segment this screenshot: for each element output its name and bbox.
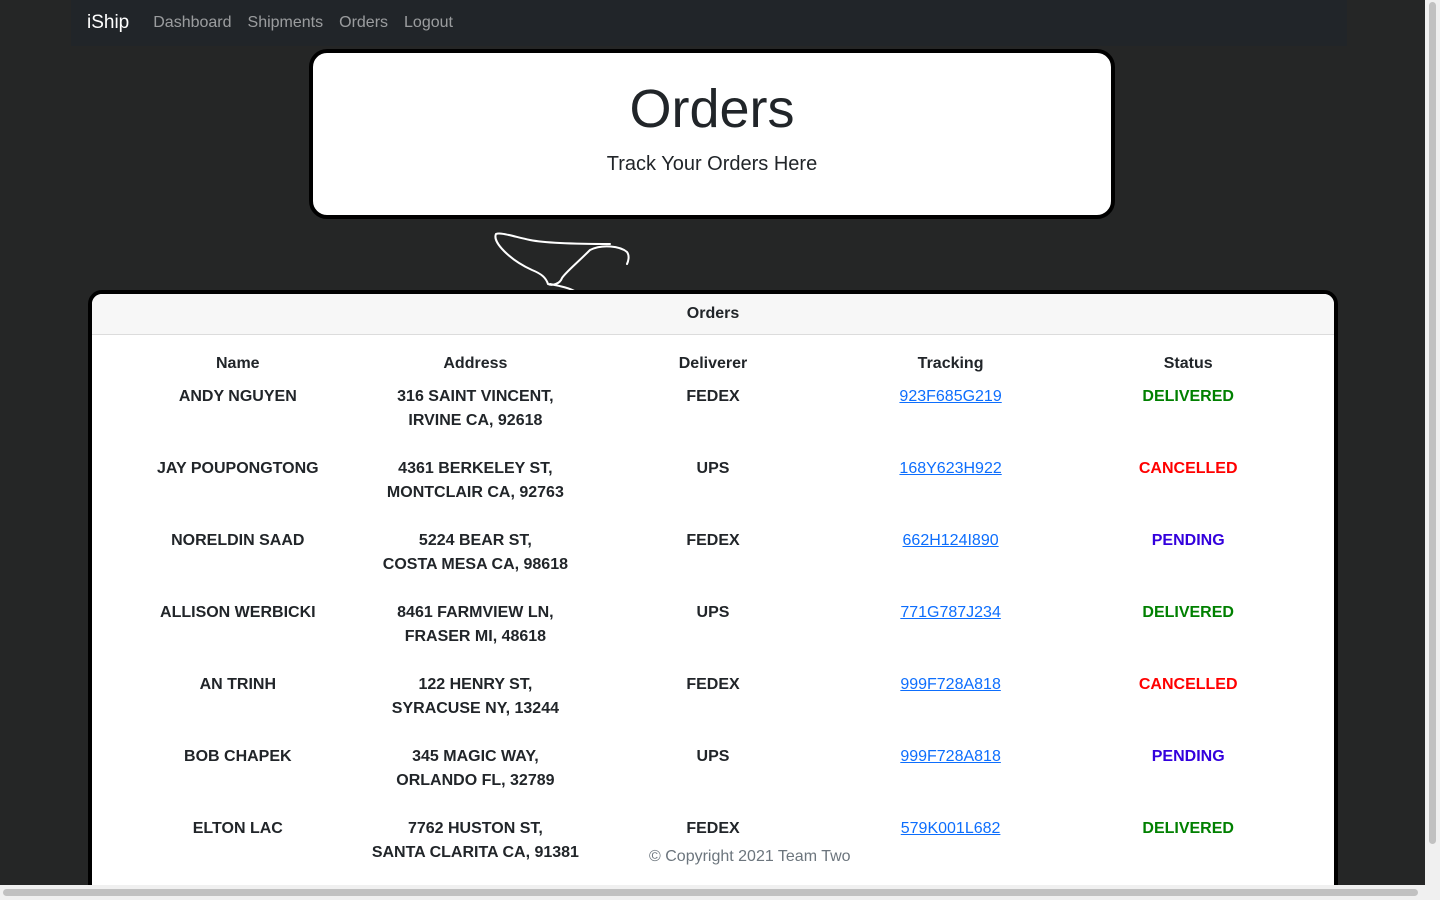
- footer-copyright: © Copyright 2021 Team Two: [649, 848, 851, 865]
- cell-status: DELIVERED: [1069, 817, 1307, 889]
- column-header-name: Name: [216, 355, 260, 372]
- address-line1: 8461 FARMVIEW LN,: [397, 604, 554, 621]
- table-row: BOB CHAPEK 345 MAGIC WAY, ORLANDO FL, 327…: [119, 745, 1307, 817]
- address-line1: 7762 HUSTON ST,: [407, 820, 543, 837]
- horizontal-scrollbar-thumb[interactable]: [3, 889, 1418, 896]
- table-row: JAY POUPONGTONG 4361 BERKELEY ST, MONTCLA…: [119, 457, 1307, 529]
- status-badge: DELIVERED: [1142, 820, 1234, 837]
- cell-tracking: 999F728A818: [832, 673, 1070, 745]
- status-badge: CANCELLED: [1138, 460, 1238, 477]
- column-header-address: Address: [443, 355, 508, 372]
- address-line1: 316 SAINT VINCENT,: [397, 388, 554, 405]
- status-badge: DELIVERED: [1142, 604, 1234, 621]
- brand-logo[interactable]: iShip: [87, 12, 129, 34]
- table-row: NORELDIN SAAD 5224 BEAR ST, COSTA MESA CA…: [119, 529, 1307, 601]
- table-row: ALLISON WERBICKI 8461 FARMVIEW LN, FRASER…: [119, 601, 1307, 673]
- top-navbar: iShip Dashboard Shipments Orders Logout: [71, 0, 1347, 46]
- cell-deliverer: FEDEX: [686, 388, 740, 405]
- cell-address: 8461 FARMVIEW LN, FRASER MI, 48618: [357, 601, 595, 673]
- cell-name: ALLISON WERBICKI: [160, 604, 316, 621]
- cell-deliverer: UPS: [696, 604, 730, 621]
- tracking-link[interactable]: 999F728A818: [900, 676, 1001, 693]
- page: iShip Dashboard Shipments Orders Logout …: [0, 0, 1440, 900]
- page-header-card: Orders Track Your Orders Here: [309, 49, 1115, 219]
- cell-name: NORELDIN SAAD: [171, 532, 305, 549]
- address-line2: IRVINE CA, 92618: [408, 412, 543, 429]
- address-line2: SANTA CLARITA CA, 91381: [371, 844, 579, 861]
- address-line2: MONTCLAIR CA, 92763: [386, 484, 564, 501]
- cell-address: 7762 HUSTON ST, SANTA CLARITA CA, 91381: [357, 817, 595, 889]
- tracking-link[interactable]: 662H124I890: [903, 532, 999, 549]
- column-header-tracking: Tracking: [917, 355, 984, 372]
- cell-status: DELIVERED: [1069, 601, 1307, 673]
- cell-status: CANCELLED: [1069, 673, 1307, 745]
- address-line1: 4361 BERKELEY ST,: [398, 460, 553, 477]
- cell-tracking: 579K001L682: [832, 817, 1070, 889]
- page-title: Orders: [629, 79, 795, 139]
- cell-tracking: 168Y623H922: [832, 457, 1070, 529]
- cell-deliverer: FEDEX: [686, 532, 740, 549]
- orders-table: Name Address Deliverer Tracking Status A…: [119, 343, 1307, 889]
- cell-address: 5224 BEAR ST, COSTA MESA CA, 98618: [357, 529, 595, 601]
- cell-status: PENDING: [1069, 529, 1307, 601]
- tracking-link[interactable]: 923F685G219: [899, 388, 1001, 405]
- cell-status: DELIVERED: [1069, 385, 1307, 457]
- cell-tracking: 662H124I890: [832, 529, 1070, 601]
- cell-name: AN TRINH: [199, 676, 277, 693]
- orders-card-title: Orders: [92, 294, 1334, 335]
- cell-deliverer: UPS: [696, 460, 730, 477]
- tracking-link[interactable]: 999F728A818: [900, 748, 1001, 765]
- status-badge: PENDING: [1151, 748, 1225, 765]
- page-subtitle: Track Your Orders Here: [606, 153, 818, 175]
- cell-address: 4361 BERKELEY ST, MONTCLAIR CA, 92763: [357, 457, 595, 529]
- nav-link-dashboard[interactable]: Dashboard: [145, 14, 239, 32]
- nav-link-logout[interactable]: Logout: [396, 14, 461, 32]
- tracking-link[interactable]: 168Y623H922: [899, 460, 1001, 477]
- cell-address: 345 MAGIC WAY, ORLANDO FL, 32789: [357, 745, 595, 817]
- status-badge: PENDING: [1151, 532, 1225, 549]
- orders-card: Orders Name Address Deliverer Tracking S…: [88, 290, 1338, 900]
- cell-tracking: 999F728A818: [832, 745, 1070, 817]
- address-line1: 122 HENRY ST,: [418, 676, 533, 693]
- cell-name: BOB CHAPEK: [184, 748, 292, 765]
- status-badge: CANCELLED: [1138, 676, 1238, 693]
- table-row: AN TRINH 122 HENRY ST, SYRACUSE NY, 13244…: [119, 673, 1307, 745]
- vertical-scrollbar[interactable]: [1425, 0, 1440, 900]
- cell-deliverer: FEDEX: [686, 676, 740, 693]
- nav-link-shipments[interactable]: Shipments: [240, 14, 332, 32]
- cell-name: JAY POUPONGTONG: [157, 460, 319, 477]
- tracking-link[interactable]: 579K001L682: [901, 820, 1001, 837]
- address-line2: COSTA MESA CA, 98618: [382, 556, 568, 573]
- cell-name: ELTON LAC: [192, 820, 283, 837]
- vertical-scrollbar-thumb[interactable]: [1429, 2, 1436, 844]
- address-line1: 5224 BEAR ST,: [418, 532, 532, 549]
- cell-name: ANDY NGUYEN: [178, 388, 297, 405]
- cell-tracking: 771G787J234: [832, 601, 1070, 673]
- tracking-link[interactable]: 771G787J234: [900, 604, 1001, 621]
- nav-link-orders[interactable]: Orders: [331, 14, 396, 32]
- cell-status: PENDING: [1069, 745, 1307, 817]
- shoe-doodle-icon: [494, 232, 630, 292]
- status-badge: DELIVERED: [1142, 388, 1234, 405]
- address-line2: ORLANDO FL, 32789: [396, 772, 555, 789]
- column-header-status: Status: [1163, 355, 1213, 372]
- cell-address: 316 SAINT VINCENT, IRVINE CA, 92618: [357, 385, 595, 457]
- cell-status: CANCELLED: [1069, 457, 1307, 529]
- cell-tracking: 923F685G219: [832, 385, 1070, 457]
- horizontal-scrollbar[interactable]: [0, 885, 1425, 900]
- address-line2: SYRACUSE NY, 13244: [391, 700, 559, 717]
- address-line2: FRASER MI, 48618: [404, 628, 547, 645]
- address-line1: 345 MAGIC WAY,: [412, 748, 539, 765]
- column-header-deliverer: Deliverer: [678, 355, 748, 372]
- cell-address: 122 HENRY ST, SYRACUSE NY, 13244: [357, 673, 595, 745]
- cell-deliverer: UPS: [696, 748, 730, 765]
- table-row: ANDY NGUYEN 316 SAINT VINCENT, IRVINE CA,…: [119, 385, 1307, 457]
- table-header-row: Name Address Deliverer Tracking Status: [119, 343, 1307, 385]
